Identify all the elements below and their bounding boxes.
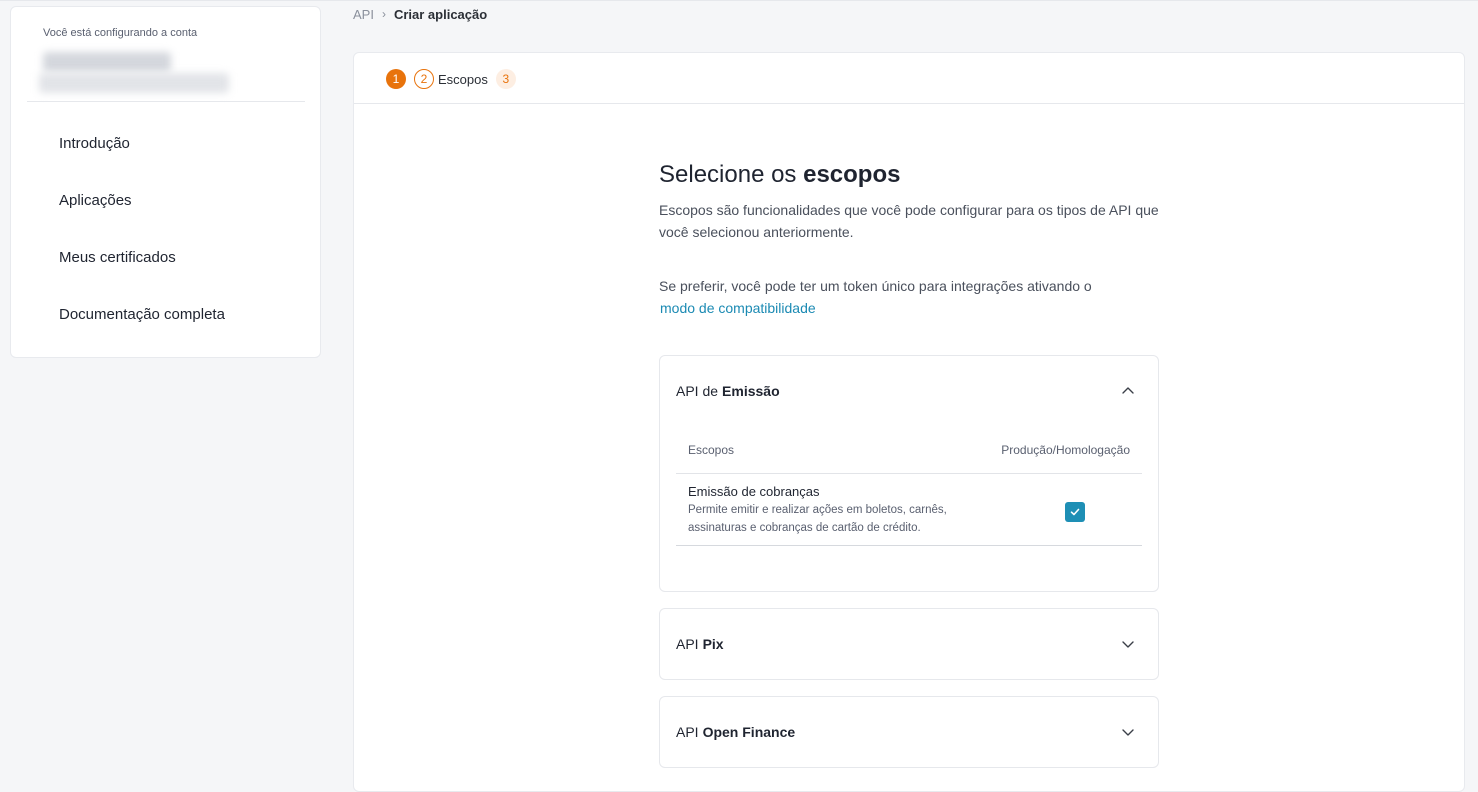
api-pix-title: API Pix — [676, 636, 724, 652]
chevron-down-icon[interactable] — [1120, 636, 1136, 652]
sidebar-item-introducao[interactable]: Introdução — [11, 115, 320, 172]
step-2: 2 — [414, 69, 434, 89]
scope-check-cell — [968, 484, 1130, 522]
api-open-finance-name: Open Finance — [702, 724, 796, 740]
stepper-divider — [354, 103, 1464, 104]
compat-paragraph: Se preferir, você pode ter um token únic… — [659, 275, 1159, 319]
page-title-prefix: Selecione os — [659, 161, 804, 188]
api-open-finance-title: API Open Finance — [676, 724, 795, 740]
api-emissao-name: Emissão — [722, 383, 780, 399]
stepper: 1 2 Escopos 3 — [386, 69, 516, 89]
api-pix-section: API Pix — [659, 608, 1159, 680]
col-header-scopes: Escopos — [688, 442, 735, 457]
scopes-table-header: Escopos Produção/Homologação — [676, 426, 1142, 474]
api-emissao-title: API de Emissão — [676, 383, 780, 399]
scopes-table: Escopos Produção/Homologação Emissão de … — [676, 426, 1142, 546]
api-emissao-header[interactable]: API de Emissão — [660, 356, 1158, 426]
chevron-right-icon: › — [381, 7, 386, 21]
scopes-intro: Selecione os escopos Escopos são funcion… — [659, 161, 1159, 319]
api-pix-prefix: API — [676, 636, 699, 652]
top-border — [0, 0, 1478, 1]
main-card: 1 2 Escopos 3 Selecione os escopos Escop… — [353, 52, 1465, 792]
chevron-up-icon[interactable] — [1120, 383, 1136, 399]
breadcrumb-root[interactable]: API — [353, 7, 374, 22]
sidebar-item-documentacao[interactable]: Documentação completa — [11, 286, 320, 343]
api-pix-name: Pix — [702, 636, 724, 652]
page-description: Escopos são funcionalidades que você pod… — [659, 202, 1159, 240]
sidebar-nav: Introdução Aplicações Meus certificados … — [11, 115, 320, 343]
sidebar-divider — [27, 101, 305, 102]
col-header-env: Produção/Homologação — [1001, 442, 1130, 457]
account-name-blurred — [43, 52, 171, 72]
step-1[interactable]: 1 — [386, 69, 406, 89]
api-open-finance-prefix: API — [676, 724, 699, 740]
step-3: 3 — [495, 69, 516, 89]
scope-title: Emissão de cobranças — [688, 484, 820, 499]
page-title-bold: escopos — [803, 161, 901, 188]
api-emissao-section: API de Emissão Escopos Produção/Homologaç… — [659, 355, 1159, 592]
scope-info: Emissão de cobranças Permite emitir e re… — [688, 484, 968, 537]
breadcrumb-current: Criar aplicação — [393, 6, 488, 22]
chevron-down-icon[interactable] — [1120, 724, 1136, 740]
sidebar: Você está configurando a conta Introduçã… — [10, 6, 321, 358]
account-label: Você está configurando a conta — [43, 27, 198, 39]
check-icon — [1070, 508, 1080, 516]
api-open-finance-section: API Open Finance — [659, 696, 1159, 768]
sidebar-item-certificados[interactable]: Meus certificados — [11, 229, 320, 286]
page-title: Selecione os escopos — [659, 161, 1159, 189]
api-pix-header[interactable]: API Pix — [660, 609, 1158, 679]
compat-mode-link[interactable]: modo de compatibilidade — [659, 300, 816, 316]
api-open-finance-header[interactable]: API Open Finance — [660, 697, 1158, 767]
table-row: Emissão de cobranças Permite emitir e re… — [676, 474, 1142, 546]
breadcrumb: API › Criar aplicação — [353, 6, 487, 22]
compat-text: Se preferir, você pode ter um token únic… — [659, 278, 1092, 294]
account-details-blurred — [39, 73, 229, 93]
api-emissao-prefix: API de — [676, 383, 719, 399]
sidebar-item-aplicacoes[interactable]: Aplicações — [11, 172, 320, 229]
step-2-label: Escopos — [438, 71, 488, 87]
scope-checkbox[interactable] — [1065, 502, 1085, 522]
scope-description: Permite emitir e realizar ações em bolet… — [688, 504, 947, 534]
